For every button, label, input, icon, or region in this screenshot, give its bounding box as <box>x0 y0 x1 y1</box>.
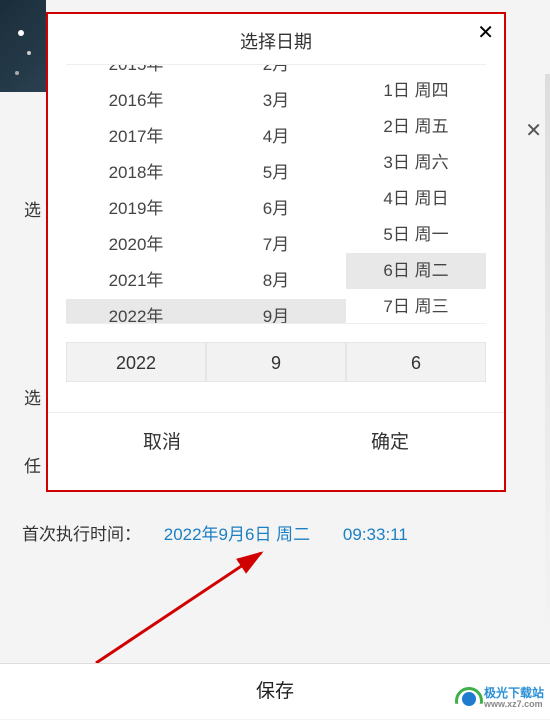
month-option[interactable]: 7月 <box>206 227 346 263</box>
day-option[interactable]: 2日 周五 <box>346 109 486 145</box>
month-option[interactable]: 5月 <box>206 155 346 191</box>
right-edge <box>545 74 550 644</box>
cancel-button[interactable]: 取消 <box>48 413 276 473</box>
date-picker-dialog: 选择日期 ✕ 2015年 2016年 2017年 2018年 2019年 202… <box>46 12 506 492</box>
logo-icon: ✓ <box>455 687 481 709</box>
month-option-selected[interactable]: 9月 <box>206 299 346 324</box>
selected-value-row: 2022 9 6 <box>48 342 504 382</box>
bg-char-1: 选 <box>24 196 41 221</box>
day-option[interactable]: 1日 周四 <box>346 73 486 109</box>
close-icon[interactable]: ✕ <box>477 20 494 45</box>
year-column[interactable]: 2015年 2016年 2017年 2018年 2019年 2020年 2021… <box>66 64 206 324</box>
background-close-icon[interactable]: ✕ <box>525 118 542 143</box>
month-column[interactable]: 2月 3月 4月 5月 6月 7月 8月 9月 <box>206 64 346 324</box>
month-option[interactable]: 2月 <box>206 65 346 83</box>
year-option[interactable]: 2021年 <box>66 263 206 299</box>
day-option[interactable]: 3日 周六 <box>346 145 486 181</box>
brand-url: www.xz7.com <box>484 700 544 709</box>
selected-year-box[interactable]: 2022 <box>66 342 206 382</box>
dialog-actions: 取消 确定 <box>48 412 504 473</box>
month-option[interactable]: 4月 <box>206 119 346 155</box>
selected-day-box[interactable]: 6 <box>346 342 486 382</box>
confirm-button[interactable]: 确定 <box>276 413 504 473</box>
month-option[interactable]: 3月 <box>206 83 346 119</box>
month-option[interactable]: 8月 <box>206 263 346 299</box>
bg-char-3: 任 <box>24 452 41 477</box>
year-option[interactable]: 2015年 <box>66 65 206 83</box>
year-option-selected[interactable]: 2022年 <box>66 299 206 324</box>
year-option[interactable]: 2017年 <box>66 119 206 155</box>
month-option[interactable]: 6月 <box>206 191 346 227</box>
exec-date-link[interactable]: 2022年9月6日 周二 <box>164 525 310 544</box>
bg-char-2: 选 <box>24 384 41 409</box>
brand-text: 极光下载站 <box>484 687 544 700</box>
annotation-arrow-icon <box>86 548 286 668</box>
exec-time-link[interactable]: 09:33:11 <box>343 525 408 544</box>
picker-columns: 2015年 2016年 2017年 2018年 2019年 2020年 2021… <box>48 64 504 324</box>
day-option[interactable]: 4日 周日 <box>346 181 486 217</box>
dark-header-fragment <box>0 0 46 92</box>
day-option[interactable]: 7日 周三 <box>346 289 486 324</box>
year-option[interactable]: 2018年 <box>66 155 206 191</box>
day-column[interactable]: 1日 周四 2日 周五 3日 周六 4日 周日 5日 周一 6日 周二 7日 周… <box>346 64 486 324</box>
year-option[interactable]: 2020年 <box>66 227 206 263</box>
day-option[interactable]: 5日 周一 <box>346 217 486 253</box>
watermark-logo: ✓ 极光下载站 www.xz7.com <box>455 687 544 709</box>
dialog-title: 选择日期 <box>48 14 504 64</box>
selected-month-box[interactable]: 9 <box>206 342 346 382</box>
exec-label: 首次执行时间： <box>22 525 141 544</box>
year-option[interactable]: 2016年 <box>66 83 206 119</box>
year-option[interactable]: 2019年 <box>66 191 206 227</box>
day-option-selected[interactable]: 6日 周二 <box>346 253 486 289</box>
first-exec-row: 首次执行时间： 2022年9月6日 周二 09:33:11 <box>22 520 527 545</box>
